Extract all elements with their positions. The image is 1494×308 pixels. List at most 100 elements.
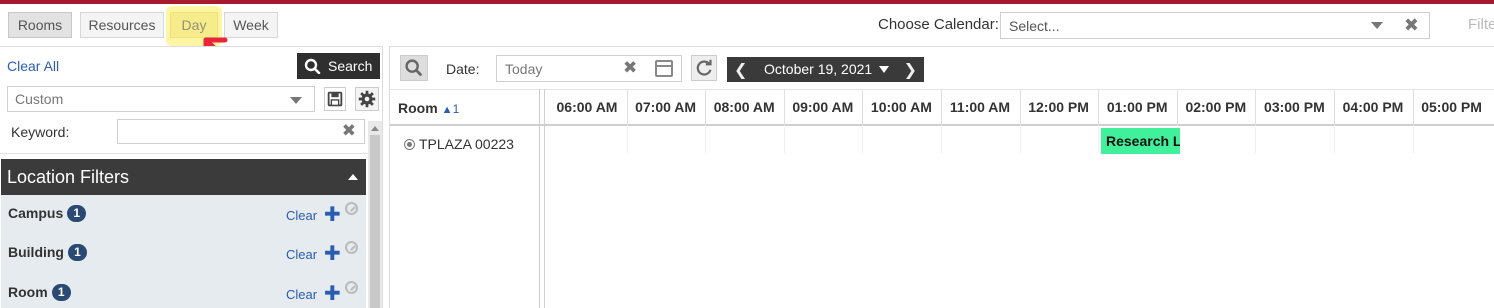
filter-clear-link[interactable]: Clear: [286, 287, 317, 302]
cell-divider: [941, 127, 942, 153]
cell-divider: [626, 127, 628, 153]
hour-divider: [1334, 89, 1335, 126]
saved-search-value: Custom: [15, 91, 64, 107]
search-icon[interactable]: [400, 55, 428, 81]
hour-column-header: 05:00 PM: [1421, 99, 1482, 115]
hour-column-header: 10:00 AM: [870, 99, 932, 115]
filter-label-truncated: Filte: [1468, 16, 1494, 33]
hour-divider: [1412, 89, 1414, 126]
cell-divider: [705, 127, 707, 153]
gear-icon[interactable]: [355, 87, 379, 111]
calendar-select-placeholder: Select...: [1009, 18, 1060, 34]
hour-column-header: 06:00 AM: [556, 99, 618, 115]
plus-icon[interactable]: ✚: [324, 241, 341, 266]
calendar-select[interactable]: Select... ✖: [1000, 12, 1430, 39]
cell-divider: [783, 127, 785, 153]
choose-calendar-label: Choose Calendar:: [878, 16, 999, 33]
filter-clear-link[interactable]: Clear: [286, 208, 317, 223]
hour-column-header: 12:00 PM: [1028, 99, 1089, 115]
saved-search-select[interactable]: Custom: [7, 86, 315, 112]
current-date[interactable]: October 19, 2021: [764, 61, 872, 77]
chevron-up-icon[interactable]: [348, 174, 358, 180]
filter-row-building: Building 1 Clear ✚: [1, 234, 366, 274]
refresh-icon[interactable]: [691, 55, 717, 81]
brand-top-bar: [0, 0, 1494, 4]
location-filters-title: Location Filters: [7, 167, 130, 187]
sort-up-icon: ▲: [441, 104, 453, 116]
divider: [544, 89, 545, 308]
cell-divider: [862, 127, 864, 153]
chevron-left-icon[interactable]: ❮: [734, 60, 747, 80]
date-input-value: Today: [505, 61, 543, 77]
date-navigator: ❮ October 19, 2021 ❯: [727, 57, 924, 82]
location-filters-body: Campus 1 Clear ✚ Building 1 Clear ✚ Room 1 …: [1, 195, 366, 308]
radio-icon[interactable]: [404, 139, 415, 150]
keyword-label: Keyword:: [11, 124, 70, 140]
filter-clear-link[interactable]: Clear: [286, 247, 317, 262]
chevron-right-icon[interactable]: ❯: [904, 60, 917, 80]
filter-row-room: Room 1 Clear ✚: [1, 274, 366, 308]
location-filters-header[interactable]: Location Filters: [1, 159, 366, 195]
hour-column-header: 03:00 PM: [1264, 99, 1325, 115]
filter-row-campus: Campus 1 Clear ✚: [1, 195, 366, 235]
plus-icon[interactable]: ✚: [324, 281, 341, 306]
search-icon: [304, 58, 321, 74]
close-icon[interactable]: ✖: [623, 58, 637, 78]
cell-divider: [1019, 127, 1021, 153]
hour-column-header: 01:00 PM: [1106, 99, 1168, 115]
filter-name: Room 1: [8, 284, 71, 301]
event-block[interactable]: Research L: [1101, 128, 1180, 154]
close-icon[interactable]: ✖: [1404, 15, 1419, 36]
hour-divider: [783, 89, 785, 126]
hour-column-header: 09:00 AM: [792, 99, 854, 115]
cell-divider: [1098, 127, 1100, 153]
divider: [0, 153, 368, 154]
room-row-label[interactable]: TPLAZA 00223: [404, 136, 514, 152]
scroll-up-icon[interactable]: [371, 126, 379, 131]
close-icon[interactable]: ✖: [342, 121, 356, 141]
count-badge: 1: [51, 284, 71, 301]
save-icon[interactable]: [324, 87, 346, 111]
search-button-label: Search: [328, 58, 373, 74]
hour-divider: [862, 89, 864, 126]
ban-icon[interactable]: [345, 202, 358, 215]
hour-divider: [705, 89, 707, 126]
hour-divider: [626, 89, 628, 126]
search-button[interactable]: Search: [297, 53, 380, 79]
chevron-down-icon[interactable]: [879, 66, 889, 73]
hour-divider: [941, 89, 942, 126]
calendar-icon[interactable]: [655, 60, 673, 77]
date-input[interactable]: Today ✖: [496, 55, 682, 82]
cell-divider: [1255, 127, 1257, 153]
clear-all-link[interactable]: Clear All: [7, 58, 59, 74]
hour-divider: [1019, 89, 1021, 126]
filters-scrollbar[interactable]: [368, 121, 382, 308]
keyword-input[interactable]: ✖: [117, 119, 365, 144]
search-panel: Clear All Search Custom Keyword: ✖ Locat…: [0, 46, 383, 308]
divider: [539, 89, 540, 308]
count-badge: 1: [67, 205, 87, 222]
ban-icon[interactable]: [345, 281, 358, 294]
tab-rooms[interactable]: Rooms: [8, 12, 72, 38]
tab-resources[interactable]: Resources: [80, 12, 164, 38]
scrollbar-thumb[interactable]: [370, 135, 380, 308]
filter-name: Campus 1: [8, 205, 87, 222]
plus-icon[interactable]: ✚: [324, 202, 341, 227]
hour-column-header: 08:00 AM: [713, 99, 775, 115]
chevron-down-icon[interactable]: [290, 97, 302, 104]
hour-divider: [1255, 89, 1257, 126]
ban-icon[interactable]: [345, 241, 358, 254]
cell-divider: [1412, 127, 1414, 153]
count-badge: 1: [68, 244, 87, 261]
filter-name: Building 1: [8, 244, 87, 261]
hour-column-header: 07:00 AM: [635, 99, 697, 115]
chevron-down-icon[interactable]: [1371, 22, 1383, 29]
hour-column-header: 11:00 AM: [949, 99, 1011, 115]
sort-order: 1: [452, 102, 460, 116]
hour-divider: [1098, 89, 1100, 126]
cell-divider: [1334, 127, 1335, 153]
room-column-header[interactable]: Room ▲1: [398, 100, 459, 116]
schedule-panel: Date: Today ✖ ❮ October 19, 2021 ❯ Room ▲…: [389, 46, 1494, 308]
hour-column-header: 04:00 PM: [1342, 99, 1404, 115]
hour-column-header: 02:00 PM: [1185, 99, 1247, 115]
